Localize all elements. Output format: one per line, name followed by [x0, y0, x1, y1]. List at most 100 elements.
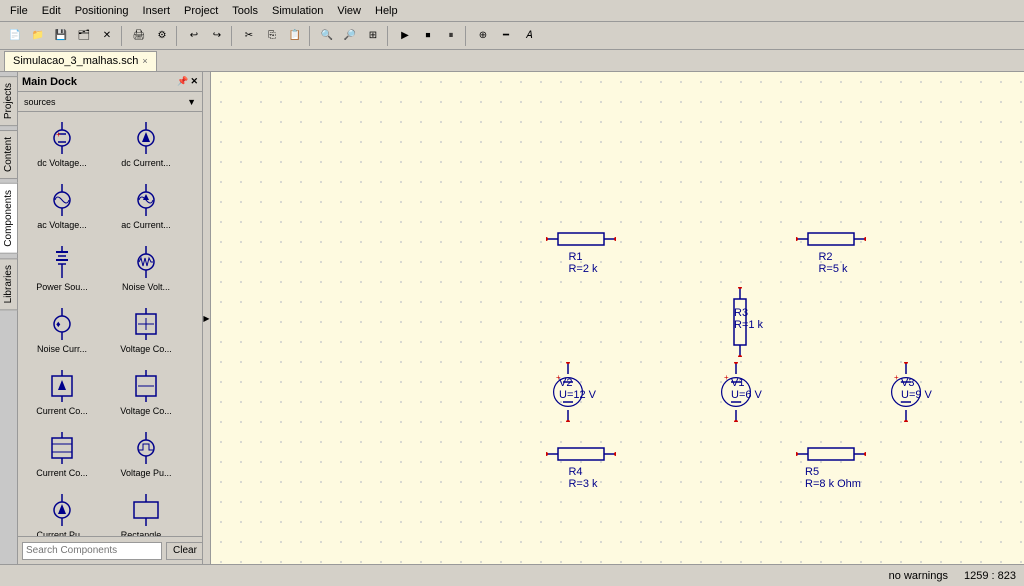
current-co1-icon: [37, 366, 87, 406]
menu-project[interactable]: Project: [178, 3, 224, 19]
comp-dc-voltage[interactable]: + dc Voltage...: [22, 116, 102, 170]
menu-tools[interactable]: Tools: [226, 3, 264, 19]
sim-stop-button[interactable]: ⏹: [417, 25, 439, 47]
svg-text:+: +: [724, 373, 729, 382]
panel-resize-handle[interactable]: ▶: [203, 72, 211, 564]
comp-voltage-co1[interactable]: Voltage Co...: [106, 302, 186, 356]
menu-positioning[interactable]: Positioning: [69, 3, 135, 19]
V3-value: U=9 V: [901, 389, 932, 401]
current-pu-icon: [37, 490, 87, 530]
open-button[interactable]: 📁: [27, 25, 49, 47]
cut-button[interactable]: ✂: [238, 25, 260, 47]
zoom-in-button[interactable]: 🔍: [316, 25, 338, 47]
R4-name: R4: [568, 466, 597, 478]
undo-button[interactable]: ↩: [183, 25, 205, 47]
sep6: [465, 26, 469, 46]
wire-button[interactable]: ━: [495, 25, 517, 47]
ac-voltage-svg: [42, 182, 82, 218]
dock-close-icon[interactable]: ✕: [190, 76, 198, 87]
menu-help[interactable]: Help: [369, 3, 404, 19]
V2-component[interactable]: + V2 U=12 V: [539, 362, 596, 401]
sources-arrow-icon[interactable]: ▼: [187, 97, 196, 107]
zoom-out-button[interactable]: 🔎: [339, 25, 361, 47]
R2-value: R=5 k: [818, 263, 847, 275]
V1-component[interactable]: + V1 U=6 V: [711, 362, 762, 401]
toolbar: 📄 📁 💾 🗂 ✕ 🖨 ⚙ ↩ ↪ ✂ ⎘ 📋 🔍 🔎 ⊞ ▶ ⏹ ⏸ ⊕ ━ …: [0, 22, 1024, 50]
menu-insert[interactable]: Insert: [137, 3, 177, 19]
V3-component[interactable]: + V3 U=9 V: [881, 362, 932, 401]
comp-ac-voltage[interactable]: ac Voltage...: [22, 178, 102, 232]
power-source-icon: [37, 242, 87, 282]
voltage-pu-svg: [126, 430, 166, 466]
redo-button[interactable]: ↪: [206, 25, 228, 47]
print-button[interactable]: 🖨: [128, 25, 150, 47]
left-panel: Main Dock 📌 ✕ sources ▼: [18, 72, 203, 564]
voltage-co2-svg: [126, 368, 166, 404]
menu-view[interactable]: View: [331, 3, 367, 19]
R2-component[interactable]: R2 R=5 k: [796, 227, 866, 275]
sep5: [387, 26, 391, 46]
menu-edit[interactable]: Edit: [36, 3, 67, 19]
label-button[interactable]: 𝐴: [518, 25, 540, 47]
R5-component[interactable]: R5 R=8 k Ohm: [796, 442, 866, 490]
voltage-co1-icon: [121, 304, 171, 344]
tabbar: Simulacao_3_malhas.sch ×: [0, 50, 1024, 72]
current-co1-label: Current Co...: [36, 406, 88, 416]
R4-component[interactable]: R4 R=3 k: [546, 442, 616, 490]
menu-simulation[interactable]: Simulation: [266, 3, 329, 19]
comp-row-7: Current Pu... Rectangle ...: [22, 488, 198, 536]
ac-current-label: ac Current...: [121, 220, 171, 230]
sep1: [121, 26, 125, 46]
clear-button[interactable]: Clear: [166, 542, 202, 560]
voltage-co2-icon: [121, 366, 171, 406]
schematic-tab[interactable]: Simulacao_3_malhas.sch ×: [4, 51, 157, 71]
comp-dc-current[interactable]: dc Current...: [106, 116, 186, 170]
new-button[interactable]: 📄: [4, 25, 26, 47]
vtab-components[interactable]: Components: [0, 183, 18, 254]
comp-voltage-co2[interactable]: Voltage Co...: [106, 364, 186, 418]
comp-current-co2[interactable]: Current Co...: [22, 426, 102, 480]
comp-noise-volt[interactable]: Noise Volt...: [106, 240, 186, 294]
dock-pin-icon[interactable]: 📌: [177, 76, 188, 87]
V3-name: V3: [901, 377, 932, 389]
noise-curr-svg: ♦: [42, 306, 82, 342]
status-warnings: no warnings: [889, 570, 948, 582]
R1-component[interactable]: R1 R=2 k: [546, 227, 616, 275]
zoom-fit-button[interactable]: ⊞: [362, 25, 384, 47]
vtab-libraries[interactable]: Libraries: [0, 258, 18, 310]
voltage-co1-svg: [126, 306, 166, 342]
settings-button[interactable]: ⚙: [151, 25, 173, 47]
tab-close-button[interactable]: ×: [142, 56, 147, 66]
save-button[interactable]: 💾: [50, 25, 72, 47]
close-button[interactable]: ✕: [96, 25, 118, 47]
search-input[interactable]: [22, 542, 162, 560]
comp-current-pu[interactable]: Current Pu...: [22, 488, 102, 536]
comp-ac-current[interactable]: ac Current...: [106, 178, 186, 232]
vtab-projects[interactable]: Projects: [0, 76, 18, 126]
comp-power-source[interactable]: Power Sou...: [22, 240, 102, 294]
copy-button[interactable]: ⎘: [261, 25, 283, 47]
comp-rectangle1[interactable]: Rectangle ...: [106, 488, 186, 536]
save-all-button[interactable]: 🗂: [73, 25, 95, 47]
comp-row-5: Current Co... Voltage Co...: [22, 364, 198, 418]
voltage-co1-label: Voltage Co...: [120, 344, 172, 354]
comp-noise-curr[interactable]: ♦ Noise Curr...: [22, 302, 102, 356]
statusbar: no warnings 1259 : 823: [0, 564, 1024, 586]
sources-header: sources ▼: [18, 92, 202, 112]
comp-voltage-pu[interactable]: Voltage Pu...: [106, 426, 186, 480]
comp-row-1: + dc Voltage...: [22, 116, 198, 170]
power-source-label: Power Sou...: [36, 282, 88, 292]
R3-component[interactable]: R3 R=1 k: [716, 287, 763, 331]
menu-file[interactable]: File: [4, 3, 34, 19]
sim-pause-button[interactable]: ⏸: [440, 25, 462, 47]
paste-button[interactable]: 📋: [284, 25, 306, 47]
vtab-content[interactable]: Content: [0, 130, 18, 179]
schematic-canvas[interactable]: R1 R=2 k R2 R=5 k: [211, 72, 1024, 564]
R3-value: R=1 k: [734, 319, 763, 331]
component-button[interactable]: ⊕: [472, 25, 494, 47]
noise-curr-icon: ♦: [37, 304, 87, 344]
sep4: [309, 26, 313, 46]
comp-current-co1[interactable]: Current Co...: [22, 364, 102, 418]
R3-name: R3: [734, 307, 763, 319]
sim-button[interactable]: ▶: [394, 25, 416, 47]
